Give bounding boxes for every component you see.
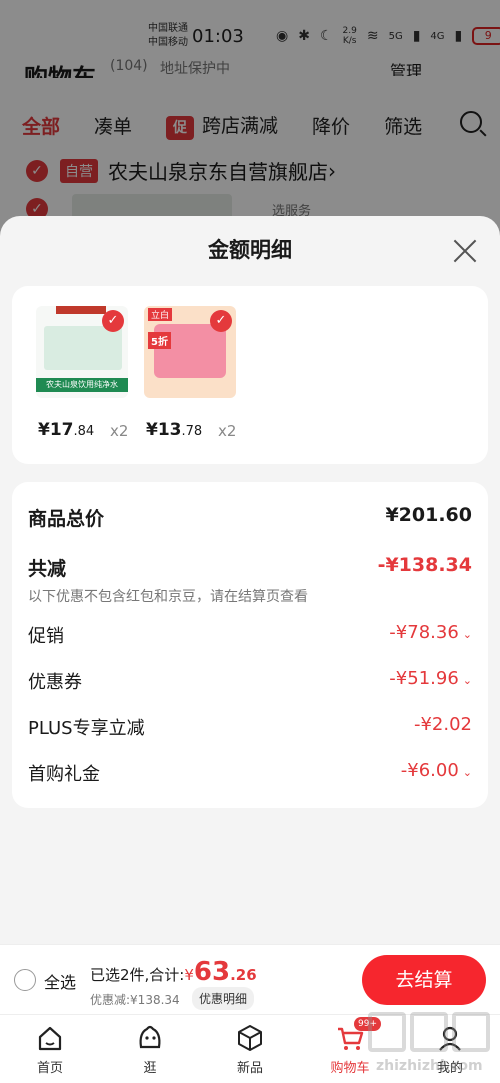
tab-browse[interactable]: 逛 — [100, 1015, 200, 1083]
product-price: ¥13.78 — [146, 420, 203, 440]
cube-icon — [238, 1025, 262, 1051]
tab-new[interactable]: 新品 — [200, 1015, 300, 1083]
product-price: ¥17.84 — [38, 420, 95, 440]
discount-tag: 5折 — [148, 332, 171, 349]
total-discount-label: 共减 — [28, 558, 67, 580]
selected-products-card: 农夫山泉饮用纯净水 ✓ ¥17.84 x2 立白 5折 ✓ ¥13.78 x2 — [12, 286, 488, 464]
select-all-label[interactable]: 全选 — [44, 969, 76, 993]
brand-logo: 立白 — [148, 308, 173, 321]
total-discount-value: -¥138.34 — [377, 554, 472, 576]
product-banner: 农夫山泉饮用纯净水 — [36, 378, 128, 392]
watermark: zhizhizhi.com — [362, 1008, 498, 1082]
home-icon — [38, 1026, 62, 1051]
tab-home[interactable]: 首页 — [0, 1015, 100, 1083]
price-breakdown-card: 商品总价 ¥201.60 共减 -¥138.34 以下优惠不包含红包和京豆，请在… — [12, 482, 488, 808]
checkout-button[interactable]: 去结算 — [362, 955, 486, 1005]
sheet-title: 金额明细 — [208, 238, 292, 262]
chevron-down-icon: ⌄ — [462, 628, 472, 641]
product-image-water: 农夫山泉饮用纯净水 ✓ — [36, 306, 128, 398]
discount-detail-button[interactable]: 优惠明细 — [192, 987, 255, 1010]
plus-discount-row: PLUS专享立减 -¥2.02 — [28, 714, 472, 739]
chevron-down-icon: ⌄ — [462, 674, 472, 687]
product-item[interactable]: 立白 5折 ✓ ¥13.78 x2 — [144, 306, 244, 440]
select-all-radio[interactable] — [14, 969, 36, 991]
product-item[interactable]: 农夫山泉饮用纯净水 ✓ ¥17.84 x2 — [36, 306, 136, 440]
chevron-down-icon: ⌄ — [462, 766, 472, 779]
selected-check-icon: ✓ — [102, 310, 124, 332]
total-price-value: ¥201.60 — [385, 504, 472, 526]
checkout-bar: 全选 已选2件,合计:¥63.26 优惠减:¥138.34 优惠明细 去结算 — [0, 944, 500, 1014]
promotion-row[interactable]: 促销 -¥78.36 ⌄ — [28, 622, 472, 652]
total-discount-row: 共减 -¥138.34 — [28, 554, 472, 584]
selected-check-icon: ✓ — [210, 310, 232, 332]
saved-amount: 优惠减:¥138.34 — [90, 993, 180, 1007]
mascot-icon — [139, 1025, 161, 1049]
product-image-liby: 立白 5折 ✓ — [144, 306, 236, 398]
first-purchase-row[interactable]: 首购礼金 -¥6.00 ⌄ — [28, 760, 472, 790]
coupon-row[interactable]: 优惠券 -¥51.96 ⌄ — [28, 668, 472, 698]
close-icon[interactable] — [450, 236, 480, 266]
total-price-label: 商品总价 — [28, 508, 105, 530]
amount-detail-sheet: 金额明细 农夫山泉饮用纯净水 ✓ ¥17.84 x2 立白 5折 ✓ ¥13.7… — [0, 216, 500, 944]
order-total: 已选2件,合计:¥63.26 — [90, 957, 257, 987]
product-quantity: x2 — [218, 422, 237, 440]
product-quantity: x2 — [110, 422, 129, 440]
total-price-row: 商品总价 ¥201.60 — [28, 504, 472, 534]
discount-note: 以下优惠不包含红包和京豆，请在结算页查看 — [28, 589, 308, 605]
